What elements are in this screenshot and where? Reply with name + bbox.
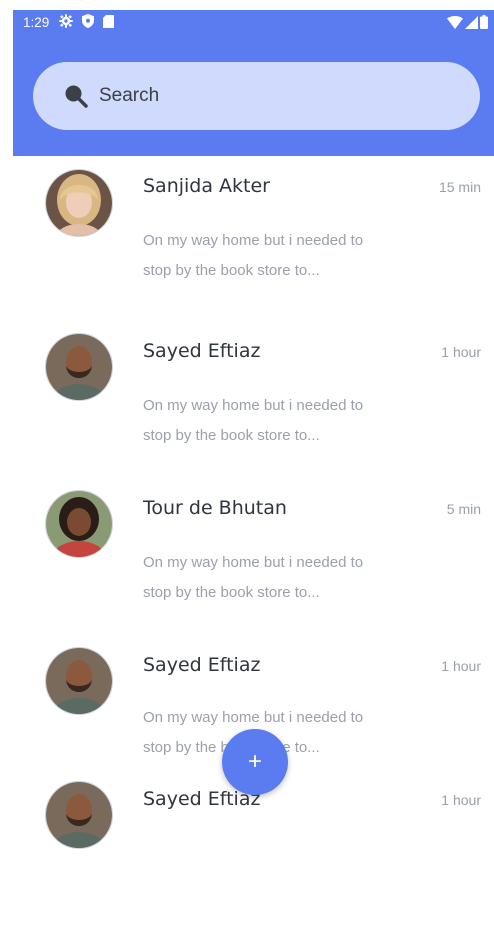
sim-card-icon bbox=[103, 14, 115, 31]
chat-preview-line: stop by the book store to... bbox=[143, 262, 320, 279]
status-icons-left bbox=[59, 14, 115, 31]
plus-icon: + bbox=[247, 748, 262, 775]
search-icon bbox=[63, 83, 89, 109]
chat-preview-line: On my way home but i needed to bbox=[143, 709, 364, 726]
chat-list-item[interactable]: Sayed Eftiaz 1 hour On my way home but i… bbox=[13, 313, 494, 470]
status-bar: 1:29 bbox=[13, 10, 494, 35]
chat-preview: On my way home but i needed to stop by t… bbox=[143, 391, 423, 451]
avatar bbox=[45, 169, 113, 237]
chat-preview: On my way home but i needed to stop by t… bbox=[143, 548, 423, 608]
shield-icon bbox=[82, 14, 95, 31]
chat-name: Sayed Eftiaz bbox=[143, 340, 261, 362]
gear-icon bbox=[59, 14, 73, 31]
chat-time: 1 hour bbox=[441, 344, 481, 360]
battery-icon bbox=[480, 15, 488, 32]
avatar bbox=[45, 490, 113, 558]
search-input[interactable]: Search bbox=[99, 85, 159, 107]
chat-name: Sayed Eftiaz bbox=[143, 654, 261, 676]
search-bar[interactable]: Search bbox=[33, 62, 480, 130]
chat-time: 1 hour bbox=[441, 792, 481, 808]
chat-list-item[interactable]: Sayed Eftiaz 1 hour bbox=[13, 777, 494, 934]
chat-preview-line: stop by the book store to... bbox=[143, 584, 320, 601]
chat-name: Sanjida Akter bbox=[143, 175, 270, 197]
chat-preview-line: stop by the book store to... bbox=[143, 427, 320, 444]
avatar bbox=[45, 781, 113, 849]
chat-list-item[interactable]: Sanjida Akter 15 min On my way home but … bbox=[13, 156, 494, 313]
wifi-icon bbox=[447, 15, 463, 32]
chat-preview: On my way home but i needed to stop by t… bbox=[143, 226, 423, 286]
header: Search bbox=[13, 35, 494, 156]
avatar bbox=[45, 333, 113, 401]
chat-time: 1 hour bbox=[441, 658, 481, 674]
avatar bbox=[45, 647, 113, 715]
chat-preview-line: On my way home but i needed to bbox=[143, 397, 364, 414]
chat-time: 15 min bbox=[438, 179, 481, 195]
chat-preview-line: On my way home but i needed to bbox=[143, 554, 364, 571]
chat-name: Tour de Bhutan bbox=[143, 497, 287, 519]
chat-list-item[interactable]: Tour de Bhutan 5 min On my way home but … bbox=[13, 470, 494, 627]
add-chat-button[interactable]: + bbox=[222, 729, 288, 795]
chat-preview-line: On my way home but i needed to bbox=[143, 232, 364, 249]
status-icons-right bbox=[447, 15, 488, 32]
chat-list: Sanjida Akter 15 min On my way home but … bbox=[13, 156, 494, 849]
status-time: 1:29 bbox=[23, 15, 50, 30]
signal-icon bbox=[465, 15, 478, 32]
chat-time: 5 min bbox=[446, 501, 481, 517]
